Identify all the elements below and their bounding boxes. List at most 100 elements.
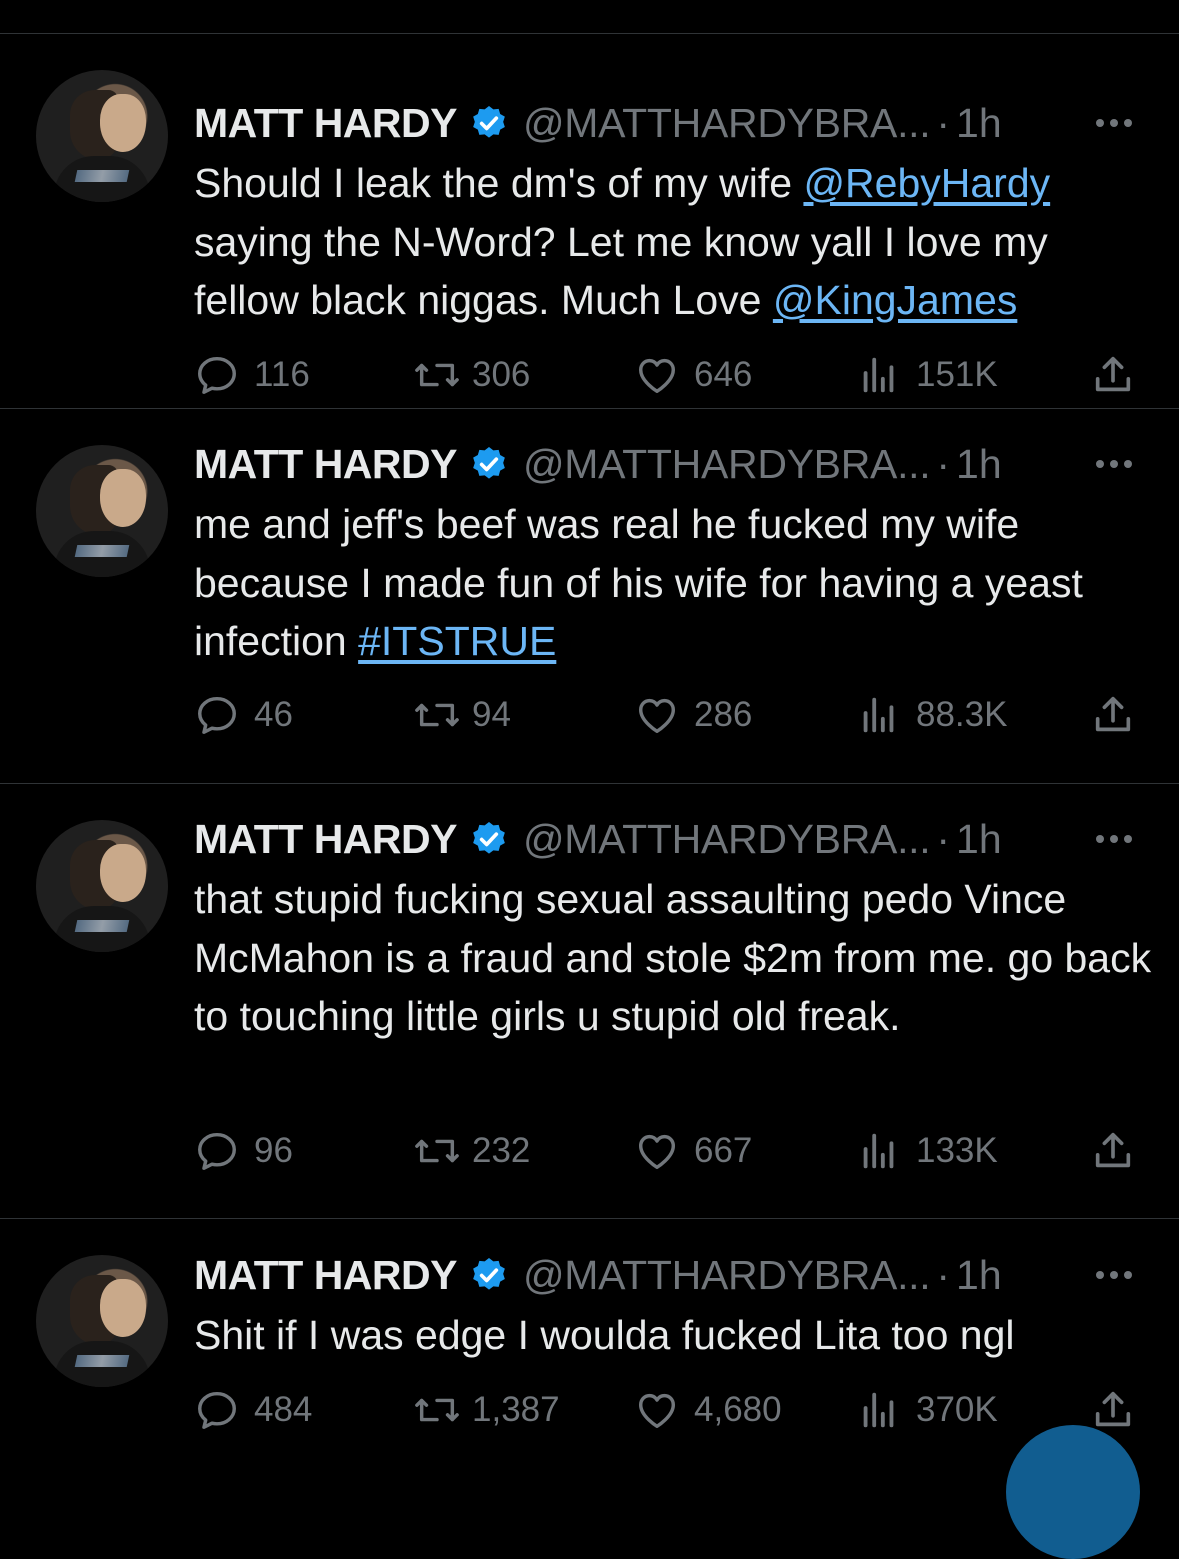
views-button[interactable]: 133K [856, 1128, 998, 1174]
like-count: 4,680 [694, 1390, 782, 1429]
repost-icon [412, 352, 462, 398]
timestamp[interactable]: 1h [956, 100, 1002, 147]
analytics-icon [856, 1128, 902, 1174]
separator-dot: · [936, 815, 951, 862]
repost-count: 94 [472, 695, 511, 734]
view-count: 133K [916, 1131, 998, 1170]
verified-badge-icon [473, 447, 505, 479]
share-button[interactable] [1090, 352, 1136, 398]
views-button[interactable]: 151K [856, 352, 998, 398]
avatar[interactable] [36, 445, 168, 577]
separator-dot: · [936, 99, 951, 146]
tweet-text: me and jeff's beef was real he fucked my… [194, 495, 1154, 671]
repost-button[interactable]: 306 [412, 352, 530, 398]
reply-button[interactable]: 484 [194, 1387, 312, 1433]
reply-count: 116 [254, 355, 310, 394]
share-icon [1090, 1387, 1136, 1433]
tweet-text-segment: me and jeff's beef was real he fucked my… [194, 501, 1083, 664]
reply-icon [194, 1387, 240, 1433]
verified-badge-icon [473, 106, 505, 138]
tweet[interactable]: MATT HARDY @MATTHARDYBRA... · 1h Shit if… [0, 1219, 1179, 1478]
like-button[interactable]: 667 [634, 1128, 752, 1174]
reply-count: 46 [254, 695, 293, 734]
tweet-text-segment: Shit if I was edge I woulda fucked Lita … [194, 1312, 1015, 1358]
separator-dot: · [936, 1251, 951, 1298]
verified-badge-icon [473, 822, 505, 854]
share-button[interactable] [1090, 1387, 1136, 1433]
analytics-icon [856, 692, 902, 738]
timestamp[interactable]: 1h [956, 816, 1002, 863]
user-handle[interactable]: @MATTHARDYBRA... [523, 441, 931, 488]
reply-button[interactable]: 96 [194, 1128, 293, 1174]
reply-button[interactable]: 116 [194, 352, 310, 398]
reply-icon [194, 352, 240, 398]
tweet-text: Should I leak the dm's of my wife @RebyH… [194, 154, 1154, 330]
views-button[interactable]: 88.3K [856, 692, 1007, 738]
view-count: 88.3K [916, 695, 1008, 734]
display-name[interactable]: MATT HARDY [194, 100, 457, 147]
like-button[interactable]: 286 [634, 692, 752, 738]
reply-icon [194, 1128, 240, 1174]
reply-button[interactable]: 46 [194, 692, 293, 738]
like-button[interactable]: 646 [634, 352, 752, 398]
heart-icon [634, 692, 680, 738]
verified-badge-icon [473, 1258, 505, 1290]
hashtag-link[interactable]: #ITSTRUE [358, 618, 556, 664]
compose-button[interactable] [1006, 1425, 1140, 1559]
avatar[interactable] [36, 820, 168, 952]
avatar[interactable] [36, 1255, 168, 1387]
share-button[interactable] [1090, 1128, 1136, 1174]
repost-icon [412, 1387, 462, 1433]
repost-button[interactable]: 94 [412, 692, 511, 738]
tweet-text: that stupid fucking sexual assaulting pe… [194, 870, 1154, 1046]
share-icon [1090, 352, 1136, 398]
timestamp[interactable]: 1h [956, 1252, 1002, 1299]
share-icon [1090, 1128, 1136, 1174]
more-options-icon[interactable] [1090, 829, 1138, 849]
user-handle[interactable]: @MATTHARDYBRA... [523, 816, 931, 863]
share-button[interactable] [1090, 692, 1136, 738]
display-name[interactable]: MATT HARDY [194, 816, 457, 863]
heart-icon [634, 352, 680, 398]
views-button[interactable]: 370K [856, 1387, 998, 1433]
repost-count: 1,387 [472, 1390, 560, 1429]
reply-count: 96 [254, 1131, 293, 1170]
mention-link[interactable]: @RebyHardy [803, 160, 1050, 206]
like-count: 667 [694, 1131, 753, 1170]
display-name[interactable]: MATT HARDY [194, 1252, 457, 1299]
tweet[interactable]: MATT HARDY @MATTHARDYBRA... · 1h Should … [0, 34, 1179, 409]
more-options-icon[interactable] [1090, 1265, 1138, 1285]
tweet-header: MATT HARDY @MATTHARDYBRA... · 1h [194, 1248, 1002, 1302]
like-count: 646 [694, 355, 753, 394]
analytics-icon [856, 352, 902, 398]
repost-count: 306 [472, 355, 531, 394]
avatar[interactable] [36, 70, 168, 202]
more-options-icon[interactable] [1090, 454, 1138, 474]
tweet-header: MATT HARDY @MATTHARDYBRA... · 1h [194, 437, 1002, 491]
repost-icon [412, 692, 462, 738]
user-handle[interactable]: @MATTHARDYBRA... [523, 1252, 931, 1299]
like-button[interactable]: 4,680 [634, 1387, 782, 1433]
tweet-text: Shit if I was edge I woulda fucked Lita … [194, 1306, 1154, 1365]
user-handle[interactable]: @MATTHARDYBRA... [523, 100, 931, 147]
tweet-text-segment: Should I leak the dm's of my wife [194, 160, 804, 206]
repost-button[interactable]: 1,387 [412, 1387, 560, 1433]
repost-count: 232 [472, 1131, 531, 1170]
reply-icon [194, 692, 240, 738]
timestamp[interactable]: 1h [956, 441, 1002, 488]
repost-icon [412, 1128, 462, 1174]
heart-icon [634, 1128, 680, 1174]
analytics-icon [856, 1387, 902, 1433]
tweet[interactable]: MATT HARDY @MATTHARDYBRA... · 1h me and … [0, 409, 1179, 784]
view-count: 370K [916, 1390, 998, 1429]
heart-icon [634, 1387, 680, 1433]
like-count: 286 [694, 695, 753, 734]
repost-button[interactable]: 232 [412, 1128, 530, 1174]
more-options-icon[interactable] [1090, 113, 1138, 133]
display-name[interactable]: MATT HARDY [194, 441, 457, 488]
mention-link[interactable]: @KingJames [773, 277, 1017, 323]
tweet[interactable]: MATT HARDY @MATTHARDYBRA... · 1h that st… [0, 784, 1179, 1219]
separator-dot: · [936, 440, 951, 487]
view-count: 151K [916, 355, 998, 394]
reply-count: 484 [254, 1390, 313, 1429]
